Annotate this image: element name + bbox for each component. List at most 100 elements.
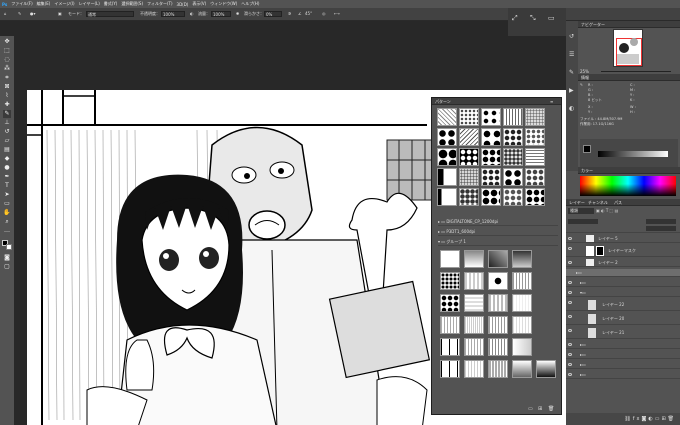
blur-tool-icon[interactable]: ◆ <box>3 155 11 163</box>
layer-row[interactable]: ▸▭ <box>566 279 680 287</box>
patterns-panel-header[interactable]: パターン ≡ <box>432 98 561 105</box>
menu-filter[interactable]: フィルター(T) <box>147 1 172 7</box>
dodge-tool-icon[interactable]: ● <box>3 164 11 172</box>
background-color-swatch[interactable] <box>6 244 12 250</box>
link-layers-icon[interactable]: ⛓ <box>624 416 632 422</box>
pattern-group-1[interactable]: ▾ ▭ グループ 1 <box>438 238 558 246</box>
brush-settings-icon[interactable]: ✎ <box>569 69 574 76</box>
pattern-swatch[interactable] <box>512 338 532 356</box>
pattern-swatch[interactable] <box>440 294 460 312</box>
pattern-swatch[interactable] <box>503 188 523 206</box>
pattern-swatch[interactable] <box>488 316 508 334</box>
visibility-eye-icon[interactable] <box>568 315 572 318</box>
pattern-swatch[interactable] <box>464 294 484 312</box>
home-icon[interactable]: ⌂ <box>4 11 7 17</box>
menu-image[interactable]: イメージ(I) <box>54 1 74 7</box>
symmetry-icon[interactable]: ⟷ <box>334 11 340 17</box>
play-action-icon[interactable]: ▶ <box>569 87 574 94</box>
eraser-tool-icon[interactable]: ▱ <box>3 137 11 145</box>
visibility-eye-icon[interactable] <box>568 343 572 346</box>
pattern-swatch[interactable] <box>525 188 545 206</box>
new-pattern-icon[interactable]: ⊞ <box>538 406 542 412</box>
pattern-swatch[interactable] <box>536 360 556 378</box>
pattern-swatch[interactable] <box>488 272 508 290</box>
visibility-eye-icon[interactable] <box>568 291 572 294</box>
blend-mode-select[interactable] <box>568 219 598 224</box>
pen-tool-icon[interactable]: ✒ <box>3 173 11 181</box>
healing-tool-icon[interactable]: ✚ <box>3 101 11 109</box>
visibility-eye-icon[interactable] <box>568 373 572 376</box>
pattern-swatch[interactable] <box>525 168 545 186</box>
pattern-swatch[interactable] <box>440 338 460 356</box>
pattern-swatch[interactable] <box>512 272 532 290</box>
pattern-swatch[interactable] <box>481 108 501 126</box>
foreground-swatch[interactable] <box>583 145 591 153</box>
pattern-swatch[interactable] <box>503 148 523 166</box>
brush-tool-icon[interactable]: ✎ <box>3 110 11 118</box>
hand-tool-icon[interactable]: ✋ <box>3 209 11 217</box>
airbrush-icon[interactable]: ✺ <box>236 11 239 17</box>
pattern-swatch[interactable] <box>464 338 484 356</box>
more-tools-icon[interactable]: … <box>3 227 11 235</box>
visibility-eye-icon[interactable] <box>568 237 572 240</box>
brush-tool-icon[interactable]: ✎ <box>18 11 21 17</box>
pressure-size-icon[interactable]: ◎ <box>322 11 326 17</box>
menu-window[interactable]: ウィンドウ(W) <box>210 1 237 7</box>
pattern-swatch[interactable] <box>459 128 479 146</box>
angle-value[interactable]: 45° <box>305 11 312 17</box>
pattern-swatch[interactable] <box>437 188 457 206</box>
pattern-swatch[interactable] <box>437 128 457 146</box>
pressure-opacity-icon[interactable]: ◐ <box>190 11 194 17</box>
lasso-tool-icon[interactable]: ◌ <box>3 56 11 64</box>
pattern-swatch[interactable] <box>488 250 508 268</box>
pattern-swatch[interactable] <box>464 250 484 268</box>
properties-icon[interactable]: ☰ <box>569 51 574 58</box>
navigator-thumbnail[interactable] <box>613 29 643 67</box>
pattern-group-digitaltone[interactable]: ▸ ▭ DIGITALTONE_CP_1200dpi <box>438 218 558 226</box>
shape-tool-icon[interactable]: ▭ <box>3 200 11 208</box>
stamp-tool-icon[interactable]: ⊥ <box>3 119 11 127</box>
pattern-swatch[interactable] <box>503 128 523 146</box>
menu-view[interactable]: 表示(V) <box>192 1 206 7</box>
layer-filter-select[interactable]: 種類 <box>568 208 594 214</box>
pattern-swatch[interactable] <box>503 108 523 126</box>
pattern-swatch[interactable] <box>459 148 479 166</box>
pattern-swatch[interactable] <box>437 168 457 186</box>
layer-row[interactable]: レイヤー 21 <box>566 327 680 339</box>
layer-row[interactable]: レイヤー 5 <box>566 235 680 243</box>
layer-row[interactable]: ▾▭ <box>566 289 680 297</box>
pattern-swatch[interactable] <box>459 188 479 206</box>
layer-opacity-input[interactable] <box>646 219 676 224</box>
pattern-swatch[interactable] <box>464 272 484 290</box>
workspace-icon[interactable]: ▭ <box>548 14 555 22</box>
pattern-swatch[interactable] <box>488 360 508 378</box>
layer-row[interactable]: レイヤーマスク <box>566 245 680 257</box>
move-tool-icon[interactable]: ✥ <box>3 38 11 46</box>
smoothing-options-icon[interactable]: ✲ <box>288 11 291 17</box>
delete-layer-icon[interactable]: 🗑 <box>668 416 676 422</box>
pattern-swatch[interactable] <box>481 148 501 166</box>
visibility-eye-icon[interactable] <box>568 281 572 284</box>
path-select-tool-icon[interactable]: ➤ <box>3 191 11 199</box>
pattern-swatch[interactable] <box>440 360 460 378</box>
pattern-swatch[interactable] <box>437 148 457 166</box>
quick-select-tool-icon[interactable]: ⁂ <box>3 65 11 73</box>
pattern-swatch[interactable] <box>459 168 479 186</box>
pattern-swatch[interactable] <box>512 250 532 268</box>
pattern-swatch[interactable] <box>481 168 501 186</box>
tab-paths[interactable]: パス <box>614 200 622 206</box>
visibility-eye-icon[interactable] <box>568 247 572 250</box>
visibility-eye-icon[interactable] <box>568 353 572 356</box>
quick-mask-icon[interactable]: ◙ <box>3 254 11 262</box>
new-group-icon[interactable]: ▭ <box>528 406 533 412</box>
arrange-icon[interactable]: ⤡ <box>530 14 536 23</box>
grayscale-ramp[interactable] <box>598 151 668 157</box>
frame-tool-icon[interactable]: ⊠ <box>3 83 11 91</box>
pattern-swatch[interactable] <box>488 338 508 356</box>
menu-3d[interactable]: 3D(D) <box>177 2 189 7</box>
pattern-swatch[interactable] <box>459 108 479 126</box>
pattern-swatch[interactable] <box>440 316 460 334</box>
pattern-swatch[interactable] <box>464 360 484 378</box>
layer-row[interactable]: ▸▭ <box>566 351 680 359</box>
layer-row[interactable]: レイヤー 22 <box>566 299 680 311</box>
